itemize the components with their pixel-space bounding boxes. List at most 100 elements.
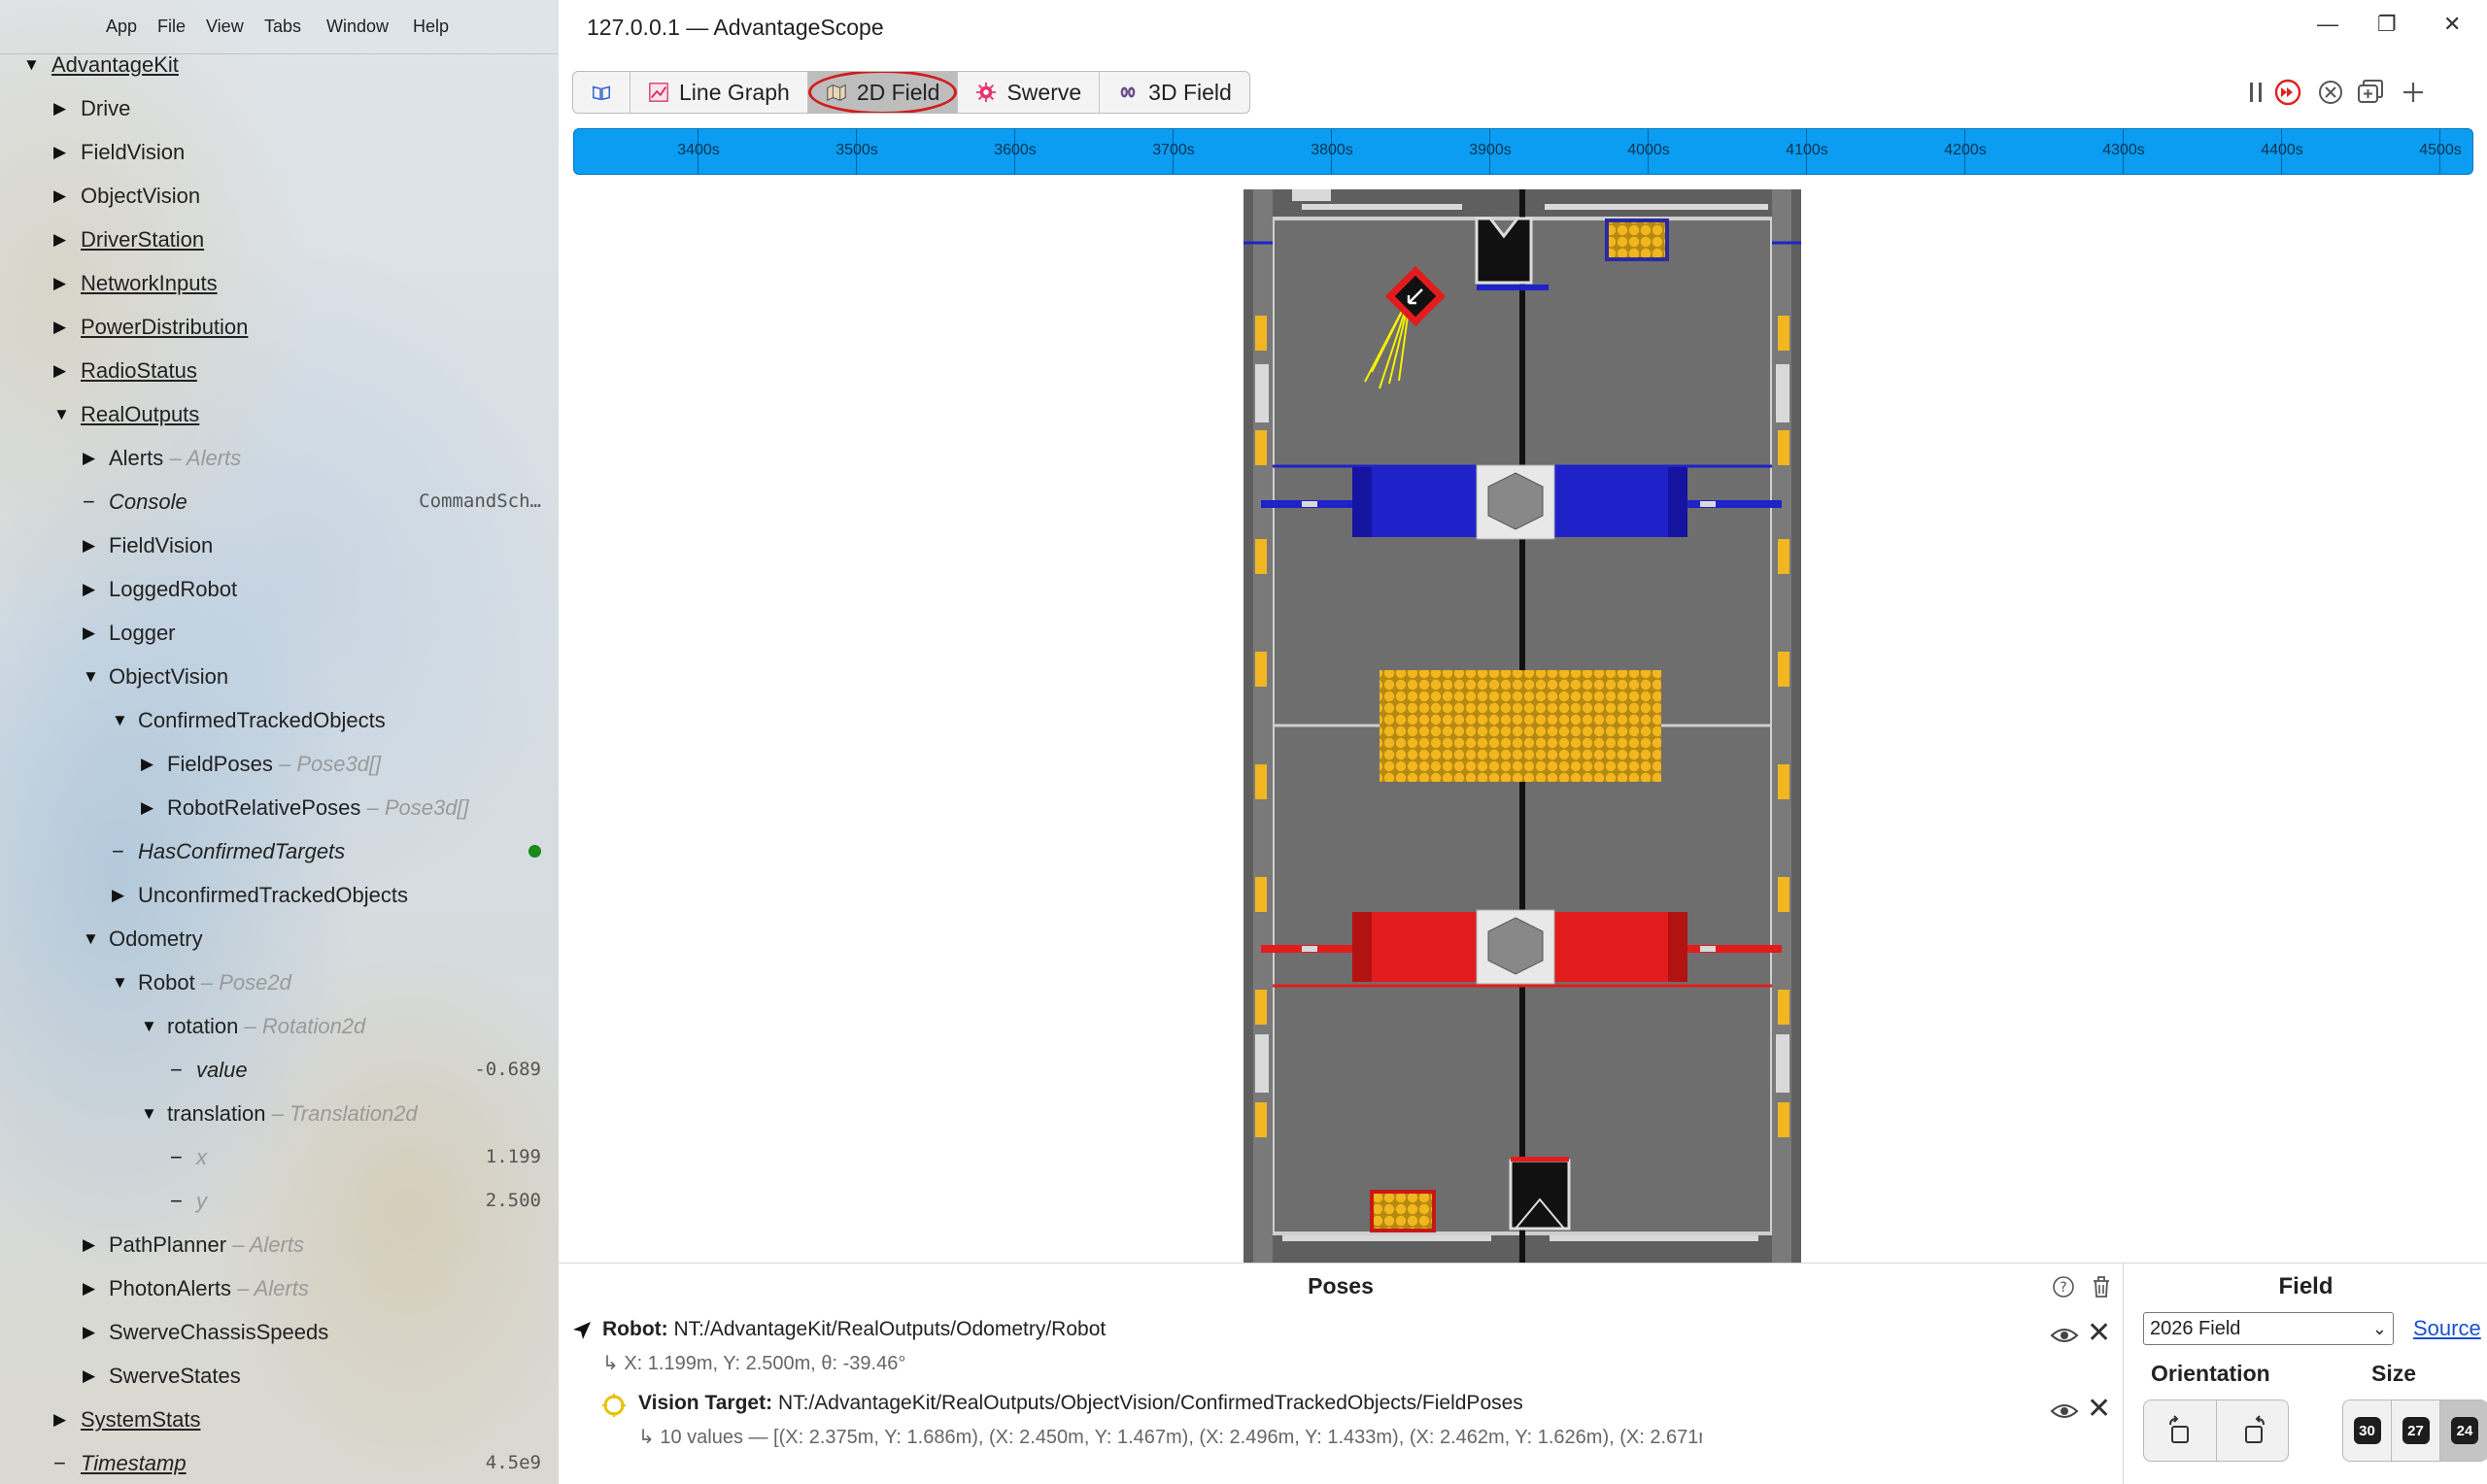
tree-item-hasconfirmedtargets[interactable]: − HasConfirmedTargets xyxy=(0,829,559,873)
tree-item-robot[interactable]: ▼ Robot – Pose2d xyxy=(0,961,559,1004)
expanded-arrow-icon[interactable]: ▼ xyxy=(112,961,131,1004)
expanded-arrow-icon[interactable]: ▼ xyxy=(141,1092,160,1135)
expanded-arrow-icon[interactable]: ▼ xyxy=(83,917,102,961)
tree-item-fieldvision-outputs[interactable]: ▶ FieldVision xyxy=(0,523,559,567)
collapsed-arrow-icon[interactable]: ▶ xyxy=(141,742,160,786)
tree-item-driverstation[interactable]: ▶ DriverStation xyxy=(0,218,559,261)
disconnect-button[interactable] xyxy=(2315,77,2346,108)
restore-icon[interactable]: ❐ xyxy=(2377,12,2397,37)
tree-item-realoutputs[interactable]: ▼ RealOutputs xyxy=(0,392,559,436)
tree-item-powerdistribution[interactable]: ▶ PowerDistribution xyxy=(0,305,559,349)
tab-3d-field[interactable]: 3D Field xyxy=(1100,72,1249,113)
tab-line-graph[interactable]: Line Graph xyxy=(630,72,808,113)
eye-icon[interactable] xyxy=(2050,1326,2079,1345)
tree-item-advantagekit[interactable]: ▼ AdvantageKit xyxy=(0,43,559,86)
remove-pose-button[interactable]: ✕ xyxy=(2087,1319,2111,1348)
collapsed-arrow-icon[interactable]: ▶ xyxy=(83,611,102,655)
collapsed-arrow-icon[interactable]: ▶ xyxy=(83,567,102,611)
tree-item-robotrelativeposes[interactable]: ▶ RobotRelativePoses – Pose3d[] xyxy=(0,786,559,829)
popup-window-button[interactable] xyxy=(2355,77,2386,108)
tree-item-unconfirmedtrackedobjects[interactable]: ▶ UnconfirmedTrackedObjects xyxy=(0,873,559,917)
collapsed-arrow-icon[interactable]: ▶ xyxy=(112,873,131,917)
timeline-scrubber[interactable]: 3400s 3500s 3600s 3700s 3800s 3900s 4000… xyxy=(573,128,2473,175)
tree-item-swervechassisspeeds[interactable]: ▶ SwerveChassisSpeeds xyxy=(0,1310,559,1354)
pose-item-robot[interactable]: Robot: NT:/AdvantageKit/RealOutputs/Odom… xyxy=(559,1318,2123,1374)
menu-file[interactable]: File xyxy=(157,17,186,37)
tree-item-translation[interactable]: ▼ translation – Translation2d xyxy=(0,1092,559,1135)
collapsed-arrow-icon[interactable]: ▶ xyxy=(83,1310,102,1354)
source-link[interactable]: Source xyxy=(2413,1316,2481,1341)
collapsed-arrow-icon[interactable]: ▶ xyxy=(53,218,73,261)
expanded-arrow-icon[interactable]: ▼ xyxy=(141,1004,160,1048)
tree-item-fieldposes[interactable]: ▶ FieldPoses – Pose3d[] xyxy=(0,742,559,786)
tab-documentation[interactable] xyxy=(573,72,630,113)
tree-item-alerts[interactable]: ▶ Alerts – Alerts xyxy=(0,436,559,480)
collapsed-arrow-icon[interactable]: ▶ xyxy=(83,1266,102,1310)
tree-item-odometry[interactable]: ▼ Odometry xyxy=(0,917,559,961)
remove-pose-button[interactable]: ✕ xyxy=(2087,1395,2111,1424)
collapsed-arrow-icon[interactable]: ▶ xyxy=(83,1354,102,1398)
pause-button[interactable] xyxy=(2240,77,2271,108)
tree-item-objectvision-outputs[interactable]: ▼ ObjectVision xyxy=(0,655,559,698)
tree-item-radiostatus[interactable]: ▶ RadioStatus xyxy=(0,349,559,392)
field-select[interactable]: 2026 Field ⌄ xyxy=(2143,1312,2394,1345)
eye-icon[interactable] xyxy=(2050,1401,2079,1421)
tree-item-value[interactable]: − value -0.689 xyxy=(0,1048,559,1092)
tree-item-console[interactable]: − Console CommandSch… xyxy=(0,480,559,523)
collapsed-arrow-icon[interactable]: ▶ xyxy=(83,1223,102,1266)
collapsed-arrow-icon[interactable]: ▶ xyxy=(53,261,73,305)
tree-item-label: FieldPoses xyxy=(167,752,273,776)
new-window-icon xyxy=(2358,80,2383,103)
tree-item-confirmedtrackedobjects[interactable]: ▼ ConfirmedTrackedObjects xyxy=(0,698,559,742)
expanded-arrow-icon[interactable]: ▼ xyxy=(112,698,131,742)
tree-item-y[interactable]: − y 2.500 xyxy=(0,1179,559,1223)
rotate-left-button[interactable] xyxy=(2144,1400,2217,1461)
tree-item-x[interactable]: − x 1.199 xyxy=(0,1135,559,1179)
tree-item-rotation[interactable]: ▼ rotation – Rotation2d xyxy=(0,1004,559,1048)
close-window-icon[interactable]: ✕ xyxy=(2443,12,2461,37)
tree-item-fieldvision[interactable]: ▶ FieldVision xyxy=(0,130,559,174)
size-27-button[interactable]: 27 xyxy=(2392,1400,2440,1461)
tree-item-pathplanner[interactable]: ▶ PathPlanner – Alerts xyxy=(0,1223,559,1266)
tree-item-logger[interactable]: ▶ Logger xyxy=(0,611,559,655)
tree-item-networkinputs[interactable]: ▶ NetworkInputs xyxy=(0,261,559,305)
size-30-button[interactable]: 30 xyxy=(2343,1400,2392,1461)
trash-icon[interactable] xyxy=(2090,1274,2113,1299)
help-icon[interactable]: ? xyxy=(2052,1275,2075,1298)
tree-item-systemstats[interactable]: ▶ SystemStats xyxy=(0,1398,559,1441)
tree-item-label: SwerveChassisSpeeds xyxy=(109,1320,329,1344)
menu-window[interactable]: Window xyxy=(326,17,389,37)
collapsed-arrow-icon[interactable]: ▶ xyxy=(83,436,102,480)
tree-item-drive[interactable]: ▶ Drive xyxy=(0,86,559,130)
tree-item-swervestates[interactable]: ▶ SwerveStates xyxy=(0,1354,559,1398)
minimize-icon[interactable]: — xyxy=(2317,12,2338,37)
collapsed-arrow-icon[interactable]: ▶ xyxy=(53,174,73,218)
menu-app[interactable]: App xyxy=(106,17,137,37)
tree-item-timestamp[interactable]: − Timestamp 4.5e9 xyxy=(0,1441,559,1484)
tab-2d-field[interactable]: 2D Field xyxy=(807,72,959,113)
field-canvas[interactable] xyxy=(1244,189,1801,1263)
collapsed-arrow-icon[interactable]: ▶ xyxy=(53,349,73,392)
live-button[interactable] xyxy=(2272,77,2303,108)
rotate-right-button[interactable] xyxy=(2217,1400,2290,1461)
tree-item-photonalerts[interactable]: ▶ PhotonAlerts – Alerts xyxy=(0,1266,559,1310)
collapsed-arrow-icon[interactable]: ▶ xyxy=(53,86,73,130)
collapsed-arrow-icon[interactable]: ▶ xyxy=(53,1398,73,1441)
menu-view[interactable]: View xyxy=(206,17,244,37)
field-view[interactable] xyxy=(1244,189,1801,1263)
expanded-arrow-icon[interactable]: ▼ xyxy=(53,392,73,436)
collapsed-arrow-icon[interactable]: ▶ xyxy=(53,305,73,349)
pose-item-vision-target[interactable]: Vision Target: NT:/AdvantageKit/RealOutp… xyxy=(559,1392,2123,1448)
expanded-arrow-icon[interactable]: ▼ xyxy=(83,655,102,698)
menu-tabs[interactable]: Tabs xyxy=(264,17,301,37)
expanded-arrow-icon[interactable]: ▼ xyxy=(23,43,43,86)
tree-item-objectvision[interactable]: ▶ ObjectVision xyxy=(0,174,559,218)
collapsed-arrow-icon[interactable]: ▶ xyxy=(83,523,102,567)
collapsed-arrow-icon[interactable]: ▶ xyxy=(141,786,160,829)
add-tab-button[interactable] xyxy=(2398,77,2429,108)
tree-item-loggedrobot[interactable]: ▶ LoggedRobot xyxy=(0,567,559,611)
size-24-button[interactable]: 24 xyxy=(2440,1400,2487,1461)
menu-help[interactable]: Help xyxy=(413,17,449,37)
tab-swerve[interactable]: Swerve xyxy=(958,72,1101,113)
collapsed-arrow-icon[interactable]: ▶ xyxy=(53,130,73,174)
